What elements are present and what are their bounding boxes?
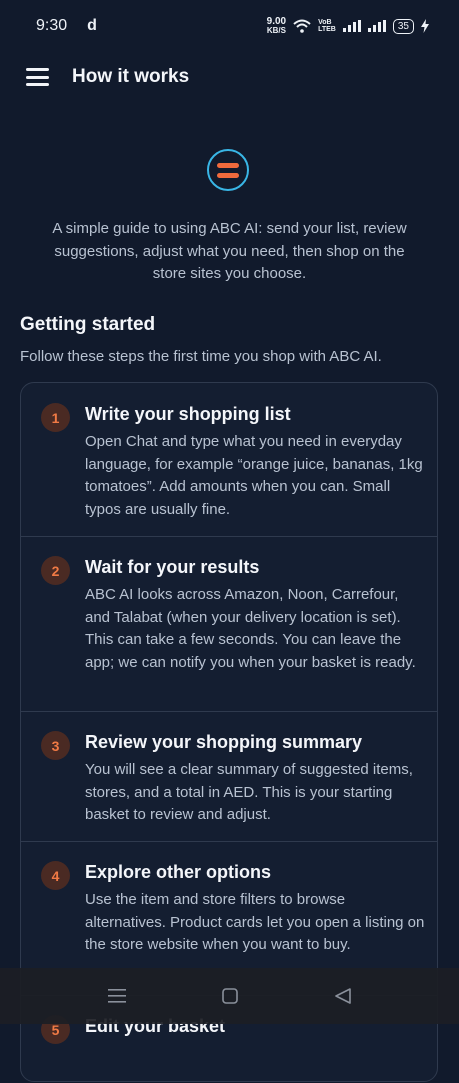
step-number-badge: 3 (41, 731, 70, 760)
volte-bottom: LTEB (318, 26, 336, 33)
carrier-icon: d (87, 17, 97, 34)
status-time: 9:30 (36, 17, 68, 34)
status-bar: 9:30 d 9.00 KB/S VoB LTEB 35 (0, 0, 459, 52)
step-title: Explore other options (85, 862, 272, 882)
step-title: Write your shopping list (85, 404, 291, 424)
step-description: You will see a clear summary of suggeste… (85, 761, 413, 823)
signal-icon (367, 20, 386, 32)
network-speed-unit: KB/S (266, 26, 286, 35)
recent-apps-icon[interactable] (108, 988, 127, 1004)
step-title: Wait for your results (85, 557, 260, 577)
step-number-badge: 1 (41, 403, 70, 432)
volte-top: VoB (318, 19, 332, 26)
step-title: Review your shopping summary (85, 732, 363, 752)
intro-text: A simple guide to using ABC AI: send you… (52, 220, 407, 282)
step-description: Open Chat and type what you need in ever… (85, 433, 423, 518)
step-item: 1 Write your shopping list Open Chat and… (21, 383, 437, 537)
step-number-badge: 2 (41, 556, 70, 585)
step-number-badge: 4 (41, 861, 70, 890)
step-description: Use the item and store filters to browse… (85, 891, 425, 953)
back-icon[interactable] (335, 988, 351, 1004)
system-nav-bar (0, 968, 459, 1024)
network-speed: 9.00 KB/S (267, 17, 286, 35)
charging-icon (421, 19, 429, 33)
page-title: How it works (72, 66, 190, 87)
step-description: ABC AI looks across Amazon, Noon, Carref… (85, 586, 416, 671)
battery-icon: 35 (392, 18, 414, 34)
step-item: 3 Review your shopping summary You will … (21, 711, 437, 842)
wifi-icon (293, 19, 311, 33)
step-item: 2 Wait for your results ABC AI looks acr… (21, 536, 437, 712)
volte-indicator: VoB LTEB (318, 19, 336, 33)
app-logo-icon (207, 149, 249, 191)
home-icon[interactable] (222, 988, 239, 1004)
section-title: Getting started (20, 314, 156, 335)
menu-icon[interactable] (26, 68, 49, 86)
section-subtitle: Follow these steps the first time you sh… (20, 348, 382, 365)
app-bar: How it works (0, 52, 459, 102)
signal-icon (342, 20, 361, 32)
